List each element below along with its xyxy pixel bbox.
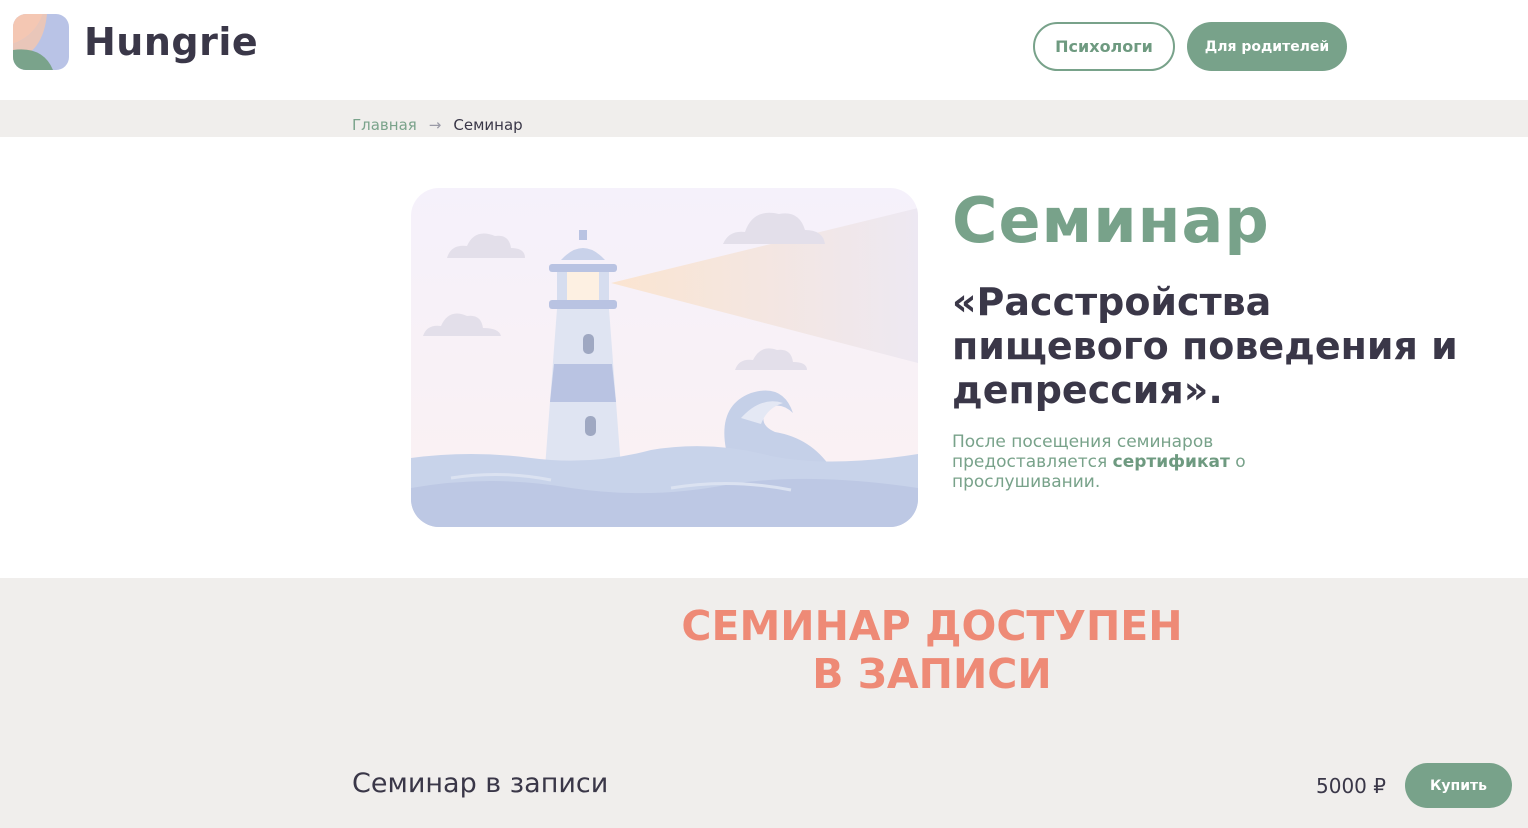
- breadcrumb-current: Семинар: [453, 116, 523, 134]
- available-heading: СЕМИНАР ДОСТУПЕН В ЗАПИСИ: [0, 602, 1528, 698]
- for-parents-button[interactable]: Для родителей: [1187, 22, 1347, 71]
- breadcrumb-home-link[interactable]: Главная: [352, 116, 417, 134]
- offer-price: 5000 ₽: [1316, 774, 1386, 798]
- brand-name[interactable]: Hungrie: [84, 20, 258, 64]
- hungrie-logo-icon[interactable]: [13, 14, 69, 70]
- breadcrumb: Главная → Семинар: [352, 116, 523, 134]
- breadcrumb-band: [0, 100, 1528, 137]
- buy-button[interactable]: Купить: [1405, 763, 1512, 808]
- lighthouse-illustration: [411, 188, 918, 527]
- arrow-right-icon: →: [428, 116, 442, 134]
- seminar-subtitle: «Расстройства пищевого поведения и депре…: [952, 280, 1458, 412]
- page-title: Семинар: [952, 184, 1270, 257]
- site-header: Hungrie Психологи Для родителей: [0, 0, 1528, 100]
- psychologists-button[interactable]: Психологи: [1033, 22, 1175, 71]
- certificate-note: После посещения семинаров предоставляетс…: [952, 432, 1272, 492]
- available-heading-line2: В ЗАПИСИ: [812, 650, 1052, 698]
- available-heading-line1: СЕМИНАР ДОСТУПЕН: [681, 602, 1183, 650]
- offer-item-name: Семинар в записи: [352, 768, 609, 799]
- certificate-keyword: сертификат: [1112, 452, 1230, 472]
